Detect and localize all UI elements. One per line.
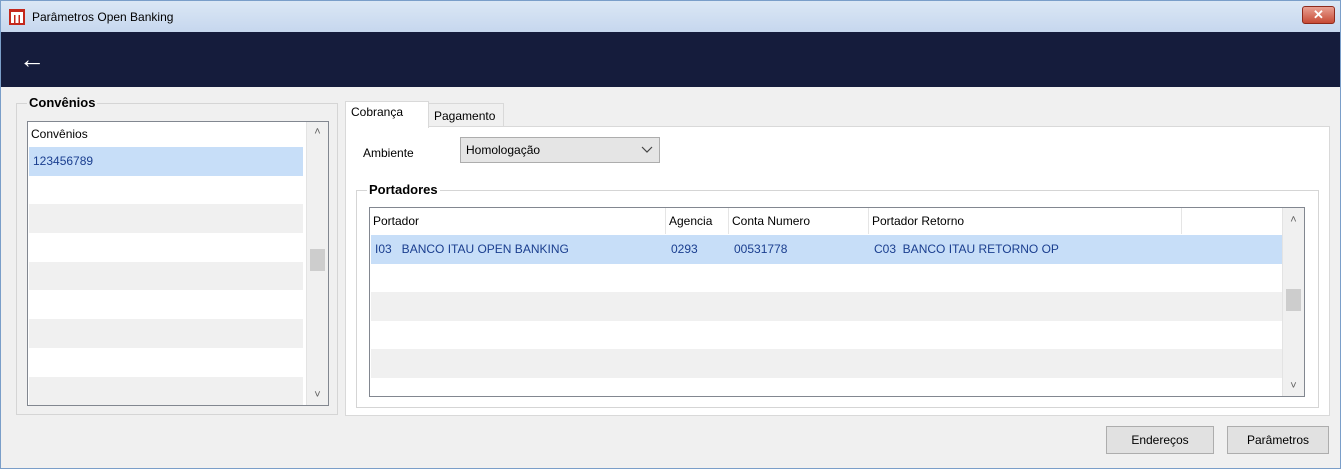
list-item[interactable]: 123456789 bbox=[29, 147, 303, 176]
tab-cobranca-label: Cobrança bbox=[351, 105, 404, 119]
table-row[interactable] bbox=[371, 321, 1283, 350]
enderecos-button[interactable]: Endereços bbox=[1106, 426, 1214, 454]
scroll-down-icon[interactable]: ˅ bbox=[307, 385, 328, 405]
enderecos-button-label: Endereços bbox=[1131, 433, 1189, 447]
app-header: ← bbox=[1, 32, 1340, 87]
convenios-rows: 123456789 bbox=[29, 147, 303, 405]
list-item[interactable] bbox=[29, 204, 303, 234]
close-button[interactable]: ✕ bbox=[1302, 6, 1335, 24]
chevron-down-icon bbox=[641, 141, 653, 160]
cell-portador: I03 BANCO ITAU OPEN BANKING bbox=[375, 242, 569, 256]
convenios-scrollbar[interactable]: ˄ ˅ bbox=[306, 122, 328, 405]
scroll-down-icon[interactable]: ˅ bbox=[1283, 376, 1304, 396]
table-row[interactable] bbox=[371, 264, 1283, 293]
scroll-thumb[interactable] bbox=[1286, 289, 1301, 311]
back-arrow-icon: ← bbox=[19, 44, 45, 74]
list-item[interactable] bbox=[29, 348, 303, 377]
convenios-column-header[interactable]: Convênios bbox=[28, 122, 88, 146]
cell-agencia: 0293 bbox=[671, 242, 698, 256]
table-row[interactable] bbox=[371, 292, 1283, 321]
column-header-portador[interactable]: Portador bbox=[370, 208, 666, 234]
cell-conta-numero: 00531778 bbox=[734, 242, 788, 256]
column-header-conta-numero[interactable]: Conta Numero bbox=[729, 208, 869, 234]
list-item[interactable] bbox=[29, 290, 303, 319]
table-row[interactable] bbox=[371, 349, 1283, 378]
parametros-button[interactable]: Parâmetros bbox=[1227, 426, 1329, 454]
list-item[interactable] bbox=[29, 176, 303, 205]
close-icon: ✕ bbox=[1313, 7, 1324, 22]
list-item[interactable] bbox=[29, 261, 303, 291]
back-button[interactable]: ← bbox=[19, 46, 49, 74]
cell-portador-retorno: C03 BANCO ITAU RETORNO OP bbox=[874, 242, 1059, 256]
list-item[interactable] bbox=[29, 376, 303, 405]
window-title: Parâmetros Open Banking bbox=[32, 10, 174, 24]
grid-rows: I03 BANCO ITAU OPEN BANKING 0293 0053177… bbox=[371, 235, 1283, 378]
column-header-agencia[interactable]: Agencia bbox=[666, 208, 729, 234]
tab-cobranca[interactable]: Cobrança bbox=[345, 101, 429, 128]
scroll-up-icon[interactable]: ˄ bbox=[307, 122, 328, 142]
list-item[interactable] bbox=[29, 233, 303, 262]
convenios-group-title: Convênios bbox=[27, 95, 98, 110]
table-row[interactable]: I03 BANCO ITAU OPEN BANKING 0293 0053177… bbox=[371, 235, 1283, 264]
portadores-scrollbar[interactable]: ˄ ˅ bbox=[1282, 208, 1304, 396]
list-item[interactable] bbox=[29, 319, 303, 348]
grid-header: Portador Agencia Conta Numero Portador R… bbox=[370, 208, 1284, 234]
ambiente-label: Ambiente bbox=[363, 146, 414, 160]
portadores-grid[interactable]: Portador Agencia Conta Numero Portador R… bbox=[369, 207, 1305, 397]
convenios-list[interactable]: Convênios 123456789 ˄ ˅ bbox=[27, 121, 329, 406]
ambiente-select-value: Homologação bbox=[466, 143, 541, 157]
scroll-thumb[interactable] bbox=[310, 249, 325, 271]
title-bar: Parâmetros Open Banking ✕ bbox=[1, 1, 1340, 32]
tab-pagamento-label: Pagamento bbox=[434, 109, 496, 123]
tab-pagamento[interactable]: Pagamento bbox=[428, 103, 504, 127]
scroll-up-icon[interactable]: ˄ bbox=[1283, 210, 1304, 230]
column-header-portador-retorno[interactable]: Portador Retorno bbox=[869, 208, 1182, 234]
main-window: Parâmetros Open Banking ✕ ← Convênios Co… bbox=[0, 0, 1341, 469]
portadores-group-title: Portadores bbox=[367, 182, 440, 197]
ambiente-select[interactable]: Homologação bbox=[460, 137, 660, 163]
parametros-button-label: Parâmetros bbox=[1246, 433, 1310, 447]
app-logo-icon bbox=[9, 9, 25, 25]
